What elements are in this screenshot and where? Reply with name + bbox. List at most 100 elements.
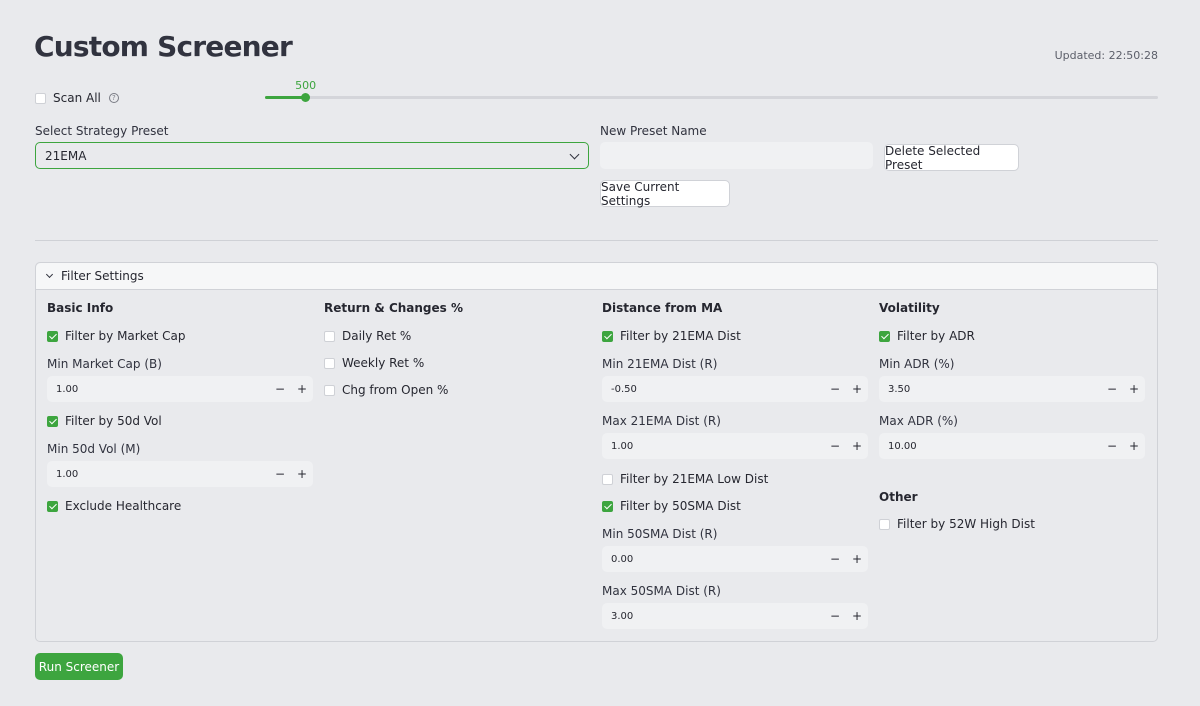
section-distance-ma: Distance from MA [602, 301, 723, 315]
slider-thumb[interactable] [301, 93, 311, 102]
max-sma50-value: 3.00 [611, 610, 634, 622]
decrement-button[interactable]: − [1101, 376, 1123, 402]
sma50-dist-row[interactable]: Filter by 50SMA Dist [602, 499, 741, 513]
section-volatility: Volatility [879, 301, 940, 315]
ema21-low-label: Filter by 21EMA Low Dist [620, 472, 769, 486]
increment-button[interactable]: + [1123, 376, 1145, 402]
ema21-low-checkbox[interactable] [602, 473, 613, 485]
run-screener-button[interactable]: Run Screener [35, 653, 123, 680]
chg-open-row[interactable]: Chg from Open % [324, 383, 448, 397]
market-cap-label: Filter by Market Cap [65, 329, 186, 343]
section-basic-info: Basic Info [47, 301, 114, 315]
ema21-low-row[interactable]: Filter by 21EMA Low Dist [602, 472, 768, 486]
high-52w-checkbox[interactable] [879, 518, 890, 530]
max-ema21-label: Max 21EMA Dist (R) [602, 414, 721, 428]
min-vol-50d-value: 1.00 [56, 468, 79, 480]
max-sma50-label: Max 50SMA Dist (R) [602, 584, 721, 598]
preset-select-value: 21EMA [45, 148, 87, 163]
page-title: Custom Screener [34, 30, 293, 63]
exclude-healthcare-label: Exclude Healthcare [65, 499, 182, 513]
min-adr-value: 3.50 [888, 383, 911, 395]
decrement-button[interactable]: − [269, 376, 291, 402]
filter-settings-title: Filter Settings [61, 269, 144, 283]
min-sma50-input[interactable]: 0.00 − + [602, 546, 868, 572]
chg-open-label: Chg from Open % [342, 383, 449, 397]
chevron-down-icon [569, 149, 580, 160]
vol-50d-checkbox[interactable] [47, 415, 58, 427]
min-sma50-label: Min 50SMA Dist (R) [602, 527, 718, 541]
increment-button[interactable]: + [291, 461, 313, 487]
increment-button[interactable]: + [846, 603, 868, 629]
adr-row[interactable]: Filter by ADR [879, 329, 975, 343]
vol-50d-row[interactable]: Filter by 50d Vol [47, 414, 162, 428]
vol-50d-label: Filter by 50d Vol [65, 414, 162, 428]
updated-timestamp: Updated: 22:50:28 [1054, 49, 1158, 62]
ema21-dist-checkbox[interactable] [602, 330, 613, 342]
select-preset-label: Select Strategy Preset [35, 124, 169, 138]
section-other: Other [879, 490, 918, 504]
max-adr-value: 10.00 [888, 440, 917, 452]
increment-button[interactable]: + [1123, 433, 1145, 459]
chg-open-checkbox[interactable] [324, 384, 335, 396]
min-ema21-input[interactable]: -0.50 − + [602, 376, 868, 402]
exclude-healthcare-checkbox[interactable] [47, 500, 58, 512]
adr-checkbox[interactable] [879, 330, 890, 342]
weekly-ret-checkbox[interactable] [324, 357, 335, 369]
exclude-healthcare-row[interactable]: Exclude Healthcare [47, 499, 181, 513]
divider [35, 240, 1158, 241]
ema21-dist-row[interactable]: Filter by 21EMA Dist [602, 329, 741, 343]
chevron-down-icon [45, 270, 54, 279]
weekly-ret-label: Weekly Ret % [342, 356, 425, 370]
decrement-button[interactable]: − [269, 461, 291, 487]
new-preset-input[interactable] [600, 142, 873, 169]
daily-ret-row[interactable]: Daily Ret % [324, 329, 411, 343]
min-ema21-value: -0.50 [611, 383, 637, 395]
scan-count-slider[interactable] [265, 93, 1158, 102]
help-icon[interactable]: ? [108, 93, 119, 103]
increment-button[interactable]: + [291, 376, 313, 402]
increment-button[interactable]: + [846, 546, 868, 572]
min-vol-50d-input[interactable]: 1.00 − + [47, 461, 313, 487]
save-settings-button[interactable]: Save Current Settings [600, 180, 730, 208]
scan-all-checkbox[interactable] [35, 92, 46, 104]
filter-settings-toggle[interactable]: Filter Settings [36, 263, 1157, 290]
new-preset-label: New Preset Name [600, 124, 707, 138]
sma50-dist-label: Filter by 50SMA Dist [620, 499, 741, 513]
max-sma50-input[interactable]: 3.00 − + [602, 603, 868, 629]
slider-value: 500 [295, 79, 317, 92]
preset-select[interactable]: 21EMA [35, 142, 589, 169]
decrement-button[interactable]: − [1101, 433, 1123, 459]
min-adr-input[interactable]: 3.50 − + [879, 376, 1145, 402]
scan-all-row[interactable]: Scan All ? [35, 91, 119, 105]
increment-button[interactable]: + [846, 376, 868, 402]
slider-fill [265, 96, 306, 99]
daily-ret-label: Daily Ret % [342, 329, 412, 343]
market-cap-row[interactable]: Filter by Market Cap [47, 329, 185, 343]
high-52w-label: Filter by 52W High Dist [897, 517, 1035, 531]
weekly-ret-row[interactable]: Weekly Ret % [324, 356, 424, 370]
min-vol-50d-label: Min 50d Vol (M) [47, 442, 141, 456]
min-market-cap-label: Min Market Cap (B) [47, 357, 162, 371]
increment-button[interactable]: + [846, 433, 868, 459]
min-market-cap-value: 1.00 [56, 383, 79, 395]
decrement-button[interactable]: − [824, 376, 846, 402]
section-returns: Return & Changes % [324, 301, 464, 315]
max-ema21-input[interactable]: 1.00 − + [602, 433, 868, 459]
scan-all-label: Scan All [53, 91, 101, 105]
market-cap-checkbox[interactable] [47, 330, 58, 342]
high-52w-row[interactable]: Filter by 52W High Dist [879, 517, 1035, 531]
decrement-button[interactable]: − [824, 603, 846, 629]
delete-preset-button[interactable]: Delete Selected Preset [884, 144, 1019, 172]
max-adr-label: Max ADR (%) [879, 414, 958, 428]
ema21-dist-label: Filter by 21EMA Dist [620, 329, 741, 343]
max-ema21-value: 1.00 [611, 440, 634, 452]
decrement-button[interactable]: − [824, 433, 846, 459]
max-adr-input[interactable]: 10.00 − + [879, 433, 1145, 459]
sma50-dist-checkbox[interactable] [602, 500, 613, 512]
min-sma50-value: 0.00 [611, 553, 634, 565]
adr-label: Filter by ADR [897, 329, 975, 343]
min-market-cap-input[interactable]: 1.00 − + [47, 376, 313, 402]
min-adr-label: Min ADR (%) [879, 357, 955, 371]
decrement-button[interactable]: − [824, 546, 846, 572]
daily-ret-checkbox[interactable] [324, 330, 335, 342]
